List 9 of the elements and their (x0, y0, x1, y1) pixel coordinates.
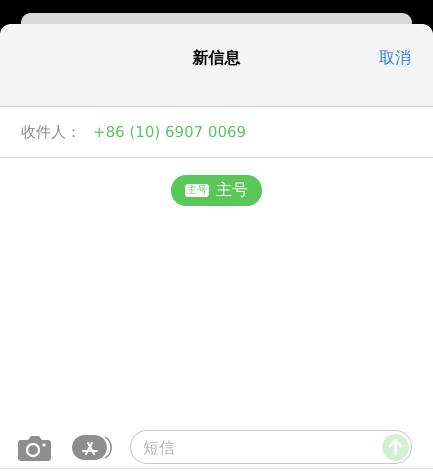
recipient-label: 收件人： (21, 122, 81, 142)
sim-selector[interactable]: 主号 主号 (171, 175, 262, 206)
sheet-title: 新信息 (192, 48, 240, 69)
sim-tag: 主号 (185, 184, 209, 197)
message-field[interactable]: 短信 (130, 430, 412, 464)
recipient-number[interactable]: +86 (10) 6907 0069 (93, 123, 246, 141)
app-store-icon[interactable] (72, 434, 114, 460)
cancel-button[interactable]: 取消 (379, 48, 411, 69)
camera-icon[interactable] (18, 434, 51, 460)
